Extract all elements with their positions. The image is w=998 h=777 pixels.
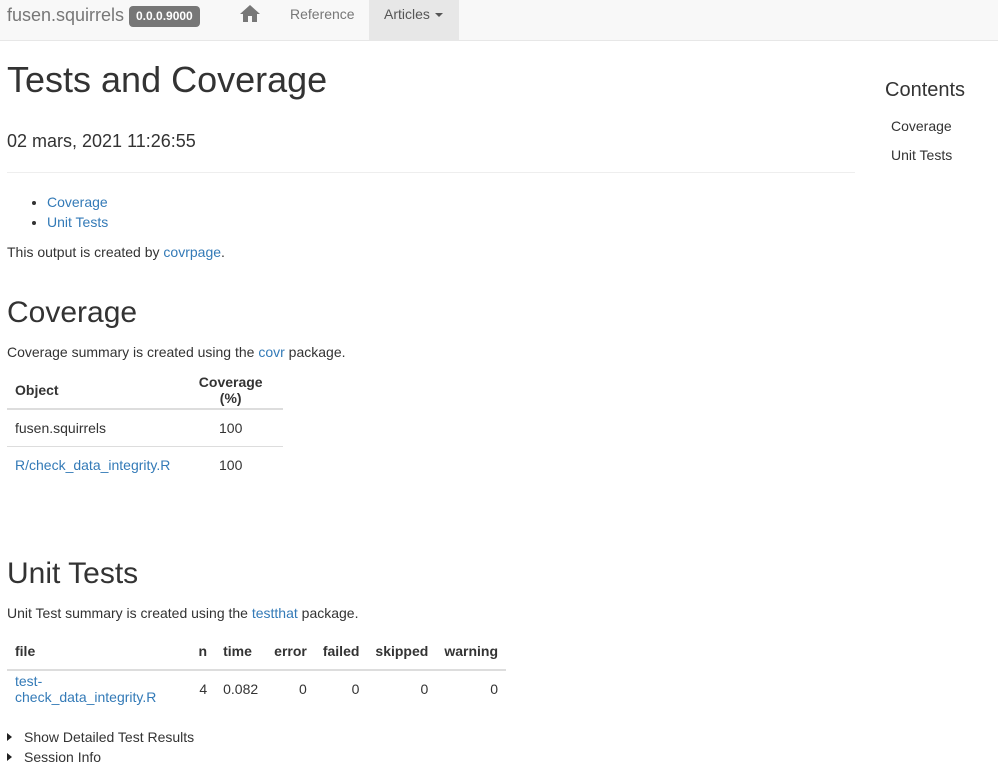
column-header-object: Object [7,371,179,410]
home-icon[interactable] [239,4,261,24]
cell-failed: 0 [351,681,360,697]
session-info-toggle[interactable]: Session Info [7,747,101,767]
column-header-error: error [266,632,315,671]
file-link[interactable]: R/check_data_integrity.R [15,457,170,473]
column-header-coverage: Coverage (%) [178,371,283,410]
cell-error: 0 [299,681,307,697]
cell-skipped: 0 [420,681,429,697]
sidebar-link-coverage[interactable]: Coverage [891,116,952,136]
column-header-warning: warning [436,632,506,671]
intro-suffix: . [221,244,225,260]
column-header-file: file [7,632,191,671]
triangle-right-icon [7,753,12,762]
contents-title: Contents [885,79,966,101]
table-header-row: Object Coverage (%) [7,371,283,410]
covrpage-link[interactable]: covrpage [163,244,221,260]
version-badge: 0.0.0.9000 [129,6,200,27]
navbar: fusen.squirrels 0.0.0.9000 Reference Art… [0,0,998,41]
unit-tests-desc-prefix: Unit Test summary is created using the [7,605,252,621]
column-header-time: time [215,632,267,671]
brand-link[interactable]: fusen.squirrels [7,4,124,26]
cell-file: test-check_data_integrity.R [7,670,191,707]
table-row: test-check_data_integrity.R 4 0.082 0 0 … [7,670,506,707]
covr-link[interactable]: covr [258,344,284,360]
cell-coverage: 100 [219,456,243,473]
column-header-n: n [190,632,216,671]
unit-tests-table: file n time error failed skipped warning… [7,632,506,707]
cell-n: 4 [199,681,208,697]
detailed-results-label: Show Detailed Test Results [24,729,195,745]
session-info-label: Session Info [24,749,102,765]
coverage-table: Object Coverage (%) fusen.squirrels 100 … [7,371,283,483]
cell-warning: 0 [490,681,498,697]
table-row: R/check_data_integrity.R 100 [7,446,283,483]
coverage-heading: Coverage [7,296,138,329]
divider [7,172,855,173]
unit-tests-description: Unit Test summary is created using the t… [7,603,358,623]
sidebar-link-unit-tests[interactable]: Unit Tests [891,145,952,165]
column-header-failed: failed [314,632,368,671]
detailed-results-toggle[interactable]: Show Detailed Test Results [7,727,194,747]
page-date: 02 mars, 2021 11:26:55 [7,131,196,151]
unit-tests-heading: Unit Tests [7,557,139,590]
toc-list: Coverage Unit Tests [7,192,108,232]
nav-reference[interactable]: Reference [290,5,355,23]
intro-prefix: This output is created by [7,244,164,260]
coverage-description: Coverage summary is created using the co… [7,342,346,362]
toc-link-coverage[interactable]: Coverage [47,194,108,210]
nav-articles-label: Articles [384,6,430,22]
triangle-right-icon [7,733,12,742]
cell-object: fusen.squirrels [7,409,179,447]
column-header-skipped: skipped [367,632,437,671]
caret-down-icon [434,13,443,18]
unit-tests-desc-suffix: package. [297,605,359,621]
toc-item: Coverage [47,192,108,212]
table-header-row: file n time error failed skipped warning [7,632,506,671]
coverage-desc-prefix: Coverage summary is created using the [7,344,259,360]
nav-articles-dropdown[interactable]: Articles [369,0,459,40]
cell-object: R/check_data_integrity.R [7,446,178,483]
test-file-link[interactable]: test-check_data_integrity.R [15,673,156,705]
table-row: fusen.squirrels 100 [7,409,283,447]
cell-time: 0.082 [223,681,259,697]
cell-coverage: 100 [178,409,283,447]
toc-item: Unit Tests [47,212,108,232]
testthat-link[interactable]: testthat [252,605,298,621]
coverage-desc-suffix: package. [284,344,346,360]
intro-text: This output is created by covrpage. [7,242,225,262]
toc-link-unit-tests[interactable]: Unit Tests [47,214,108,230]
page-title: Tests and Coverage [7,59,328,100]
